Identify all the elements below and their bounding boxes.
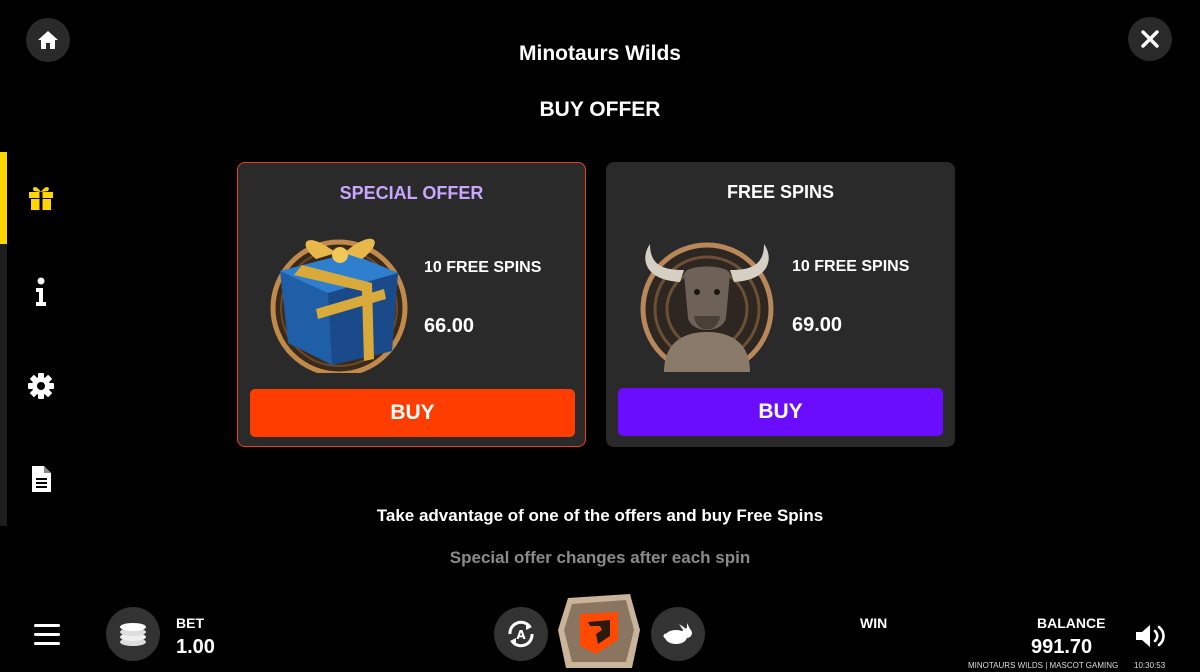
bet-selector-button[interactable]: [106, 607, 160, 661]
special-offer-card: SPECIAL OFFER 10 FREE SPINS 66.00 BUY: [237, 162, 586, 447]
card-heading: SPECIAL OFFER: [339, 183, 484, 203]
balance-value: 991.70: [1031, 636, 1093, 658]
rabbit-icon: [663, 623, 692, 644]
hamburger-icon: [34, 624, 60, 627]
gear-icon: [28, 373, 54, 399]
bet-label: BET: [176, 615, 204, 631]
turbo-button[interactable]: [651, 607, 705, 661]
sidebar-item-info[interactable]: [24, 275, 58, 309]
autoplay-button[interactable]: A: [494, 607, 548, 661]
info-icon: [36, 277, 46, 306]
sidebar-item-buy-offer[interactable]: [24, 180, 58, 214]
game-title: Minotaurs Wilds: [519, 42, 681, 65]
gift-box-emblem: [270, 238, 408, 373]
gift-icon: [29, 186, 53, 210]
sound-button[interactable]: [1134, 622, 1168, 650]
offer-price: 69.00: [792, 314, 843, 336]
coins-icon: [120, 623, 146, 646]
spin-button[interactable]: [556, 590, 642, 672]
close-icon: [1141, 30, 1159, 48]
card-heading: FREE SPINS: [726, 182, 835, 202]
minotaur-emblem: [640, 242, 774, 372]
sidebar-item-settings[interactable]: [24, 369, 58, 403]
free-spins-card: FREE SPINS 10 FREE SPINS 69.00 BUY: [606, 162, 955, 447]
document-icon: [32, 466, 51, 492]
offer-spins: 10 FREE SPINS: [792, 258, 910, 275]
footer-brand: MINOTAURS WILDS | MASCOT GAMING: [968, 661, 1119, 670]
bet-value: 1.00: [176, 636, 215, 658]
win-label: WIN: [860, 615, 888, 631]
autoplay-icon: A: [508, 620, 534, 648]
promo-text: Take advantage of one of the offers and …: [376, 506, 824, 525]
balance-label: BALANCE: [1037, 615, 1106, 631]
buy-free-spins-button[interactable]: BUY: [618, 388, 943, 436]
page-title: BUY OFFER: [539, 98, 661, 121]
sidebar-item-rules[interactable]: [24, 462, 58, 496]
offer-price: 66.00: [424, 315, 475, 337]
footer-time: 10:30:53: [1134, 661, 1166, 670]
offer-spins: 10 FREE SPINS: [424, 259, 542, 276]
svg-text:A: A: [516, 628, 526, 642]
close-button[interactable]: [1128, 17, 1172, 61]
promo-subtext: Special offer changes after each spin: [449, 548, 751, 567]
menu-button[interactable]: [34, 624, 62, 646]
sidebar-active-indicator: [0, 152, 7, 244]
speaker-icon: [1136, 625, 1150, 647]
buy-special-offer-button[interactable]: BUY: [250, 389, 575, 437]
